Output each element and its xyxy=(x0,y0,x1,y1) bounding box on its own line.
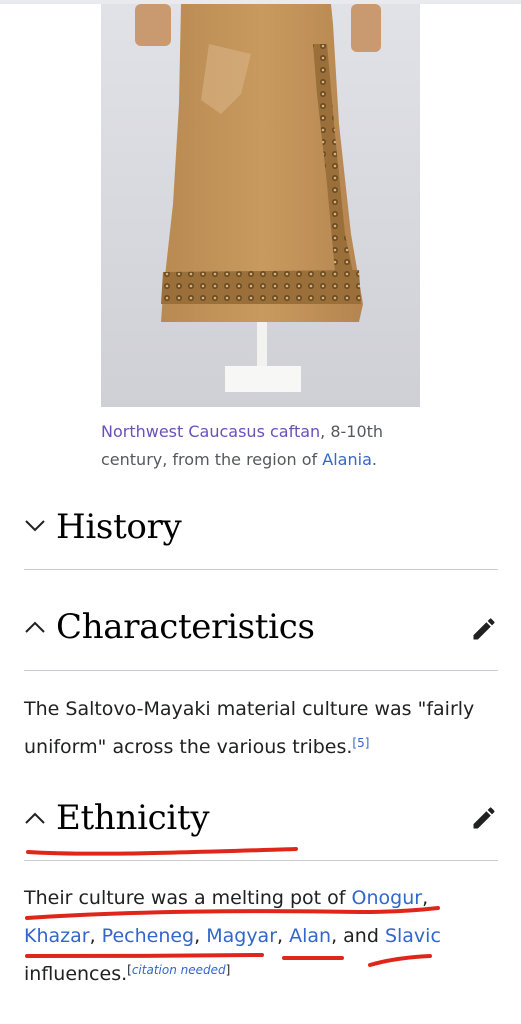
characteristics-text: The Saltovo-Mayaki material culture was … xyxy=(24,698,475,758)
caption-text-2: . xyxy=(371,450,377,469)
reference-5[interactable]: [5] xyxy=(352,736,369,750)
sep-3: , xyxy=(194,925,207,947)
sep-5: , and xyxy=(331,925,385,947)
link-pecheneg[interactable]: Pecheneg xyxy=(102,925,194,947)
chevron-down-icon[interactable] xyxy=(24,519,46,533)
caption-link-alania[interactable]: Alania xyxy=(322,450,372,469)
link-onogur[interactable]: Onogur xyxy=(352,887,423,909)
caftan-image[interactable] xyxy=(101,4,420,407)
sep-2: , xyxy=(89,925,102,947)
citation-needed-link[interactable]: citation needed xyxy=(132,963,226,977)
link-slavic[interactable]: Slavic xyxy=(385,925,441,947)
section-history[interactable]: History xyxy=(24,505,498,570)
edit-pencil-icon[interactable] xyxy=(470,804,498,832)
ethnicity-paragraph: Their culture was a melting pot of Onogu… xyxy=(24,879,504,993)
characteristics-heading[interactable]: Characteristics xyxy=(56,607,315,647)
cite-close: ] xyxy=(225,963,231,977)
history-heading[interactable]: History xyxy=(56,507,182,547)
caption-link-caftan[interactable]: Northwest Caucasus caftan xyxy=(101,422,320,441)
ethnicity-text-2: influences. xyxy=(24,963,128,985)
ethnicity-text-1: Their culture was a melting pot of xyxy=(24,887,352,909)
figure-caption: Northwest Caucasus caftan, 8-10th centur… xyxy=(101,418,431,474)
link-khazar[interactable]: Khazar xyxy=(24,925,90,947)
chevron-up-icon[interactable] xyxy=(24,811,46,825)
characteristics-paragraph: The Saltovo-Mayaki material culture was … xyxy=(24,690,504,766)
ethnicity-heading[interactable]: Ethnicity xyxy=(56,798,210,838)
section-characteristics[interactable]: Characteristics xyxy=(24,605,498,671)
citation-needed-text[interactable]: citation needed xyxy=(132,963,226,977)
section-ethnicity[interactable]: Ethnicity xyxy=(24,796,498,861)
sep-4: , xyxy=(277,925,290,947)
sep-1: , xyxy=(422,887,429,909)
chevron-up-icon[interactable] xyxy=(24,620,46,634)
citation-needed[interactable]: [citation needed] xyxy=(127,963,230,977)
reference-5-link[interactable]: [5] xyxy=(352,736,369,750)
edit-pencil-icon[interactable] xyxy=(470,615,498,643)
link-alan[interactable]: Alan xyxy=(289,925,331,947)
link-magyar[interactable]: Magyar xyxy=(206,925,277,947)
